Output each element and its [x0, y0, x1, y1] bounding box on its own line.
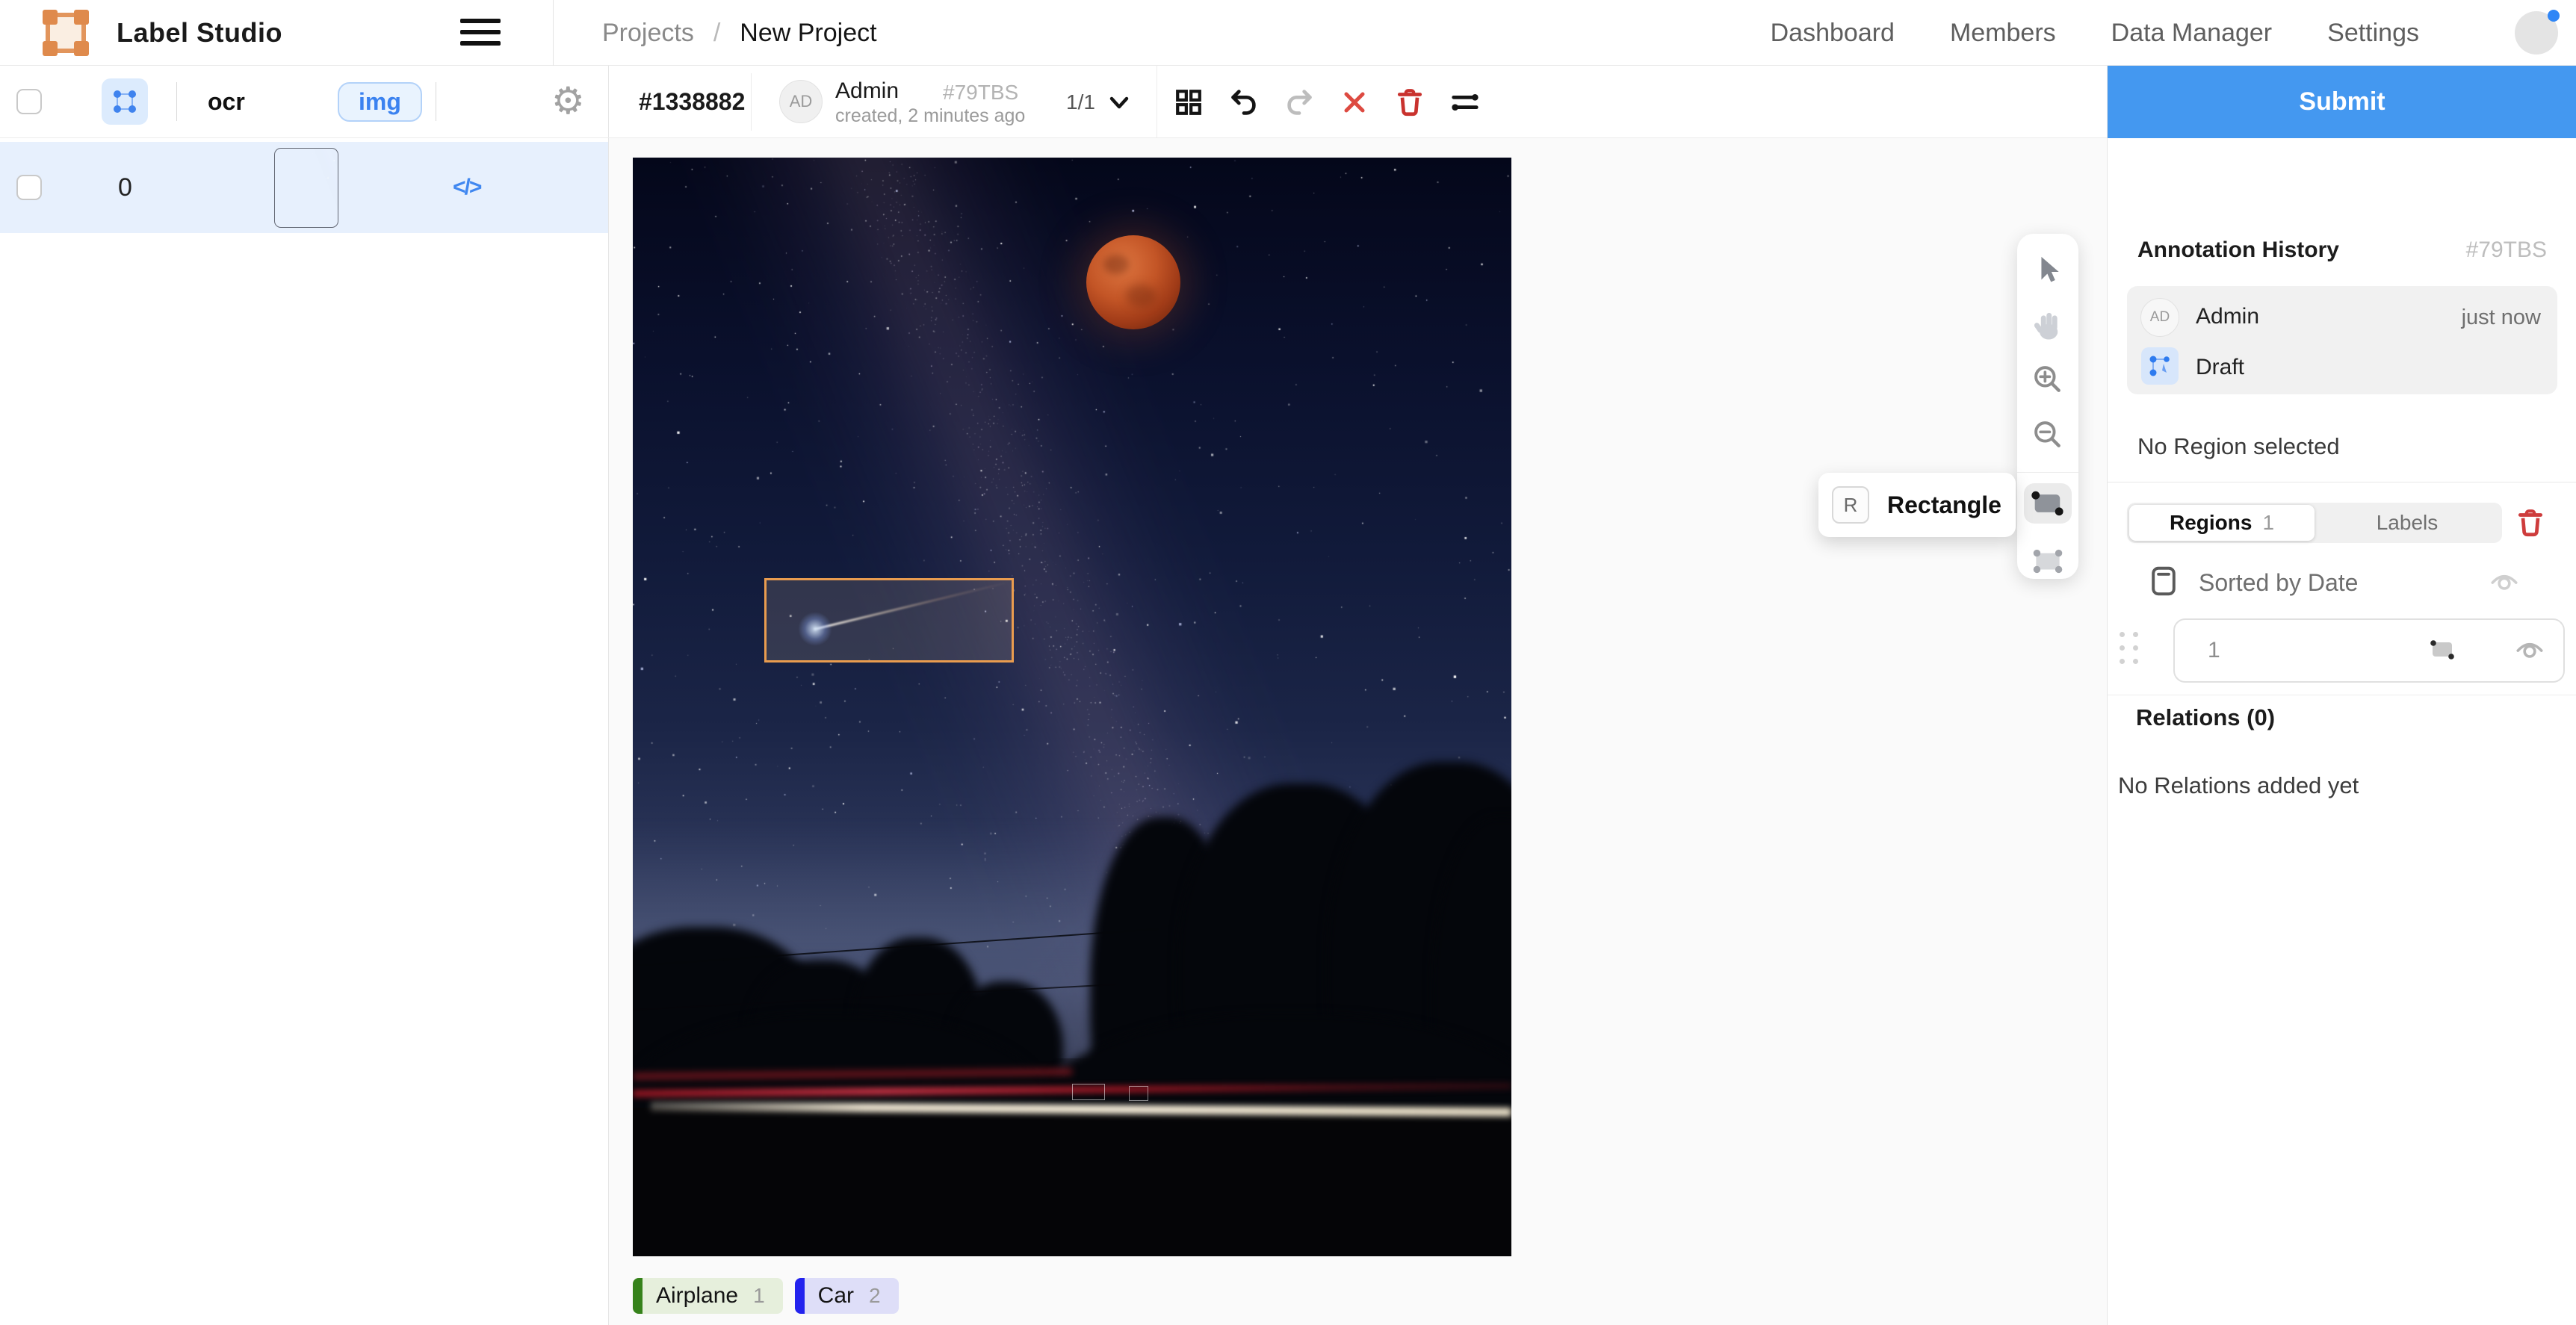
label-color-bar [633, 1278, 643, 1314]
region-rectangle-icon [2426, 636, 2459, 668]
annotation-created-text: created, 2 minutes ago [835, 105, 1025, 127]
submit-button[interactable]: Submit [2108, 66, 2576, 138]
toggle-all-visibility-icon[interactable] [2489, 568, 2520, 598]
undo-icon[interactable] [1229, 87, 1259, 117]
region-drag-handle[interactable] [2120, 632, 2138, 664]
breadcrumb-separator: / [713, 19, 720, 48]
label-studio-logo-icon[interactable] [42, 9, 90, 57]
label-legend: Airplane 1 Car 2 [633, 1278, 899, 1314]
pan-tool-icon[interactable] [2027, 307, 2069, 343]
tab-regions-count: 1 [2262, 511, 2274, 535]
annotator-avatar: AD [779, 80, 823, 123]
night-sky-photo[interactable] [633, 158, 1511, 1256]
regions-labels-tabs: Regions 1 Labels [2127, 503, 2502, 543]
annotation-rect-region[interactable] [764, 578, 1014, 662]
draft-icon [2141, 347, 2179, 385]
history-time: just now [2462, 305, 2541, 330]
nav-link-settings[interactable]: Settings [2327, 19, 2419, 48]
tool-palette [2017, 234, 2078, 579]
redo-icon[interactable] [1284, 87, 1314, 117]
annotator-name: Admin [835, 78, 899, 104]
sidebar-header: ocr img ⚙ [0, 66, 609, 138]
label-airplane[interactable]: Airplane 1 [633, 1278, 783, 1314]
tab-regions[interactable]: Regions 1 [2129, 505, 2315, 541]
task-sidebar: ocr img ⚙ 0 </> [0, 66, 609, 1325]
user-avatar[interactable] [2515, 11, 2558, 55]
relations-title: Relations (0) [2136, 704, 2275, 731]
annotation-id: #79TBS [943, 81, 1018, 105]
top-navbar: Label Studio Projects / New Project Dash… [0, 0, 2576, 66]
toolbar-actions [1174, 66, 1480, 138]
task-thumbnail[interactable] [275, 149, 338, 227]
task-id: #1338882 [639, 66, 745, 138]
right-panel: Submit Annotation History #79TBS AD Admi… [2107, 66, 2576, 1325]
annotation-canvas[interactable] [633, 158, 1511, 1256]
sort-order-icon[interactable] [2148, 564, 2179, 602]
nav-links: Dashboard Members Data Manager Settings [1771, 0, 2419, 66]
history-annotation-id: #79TBS [2466, 238, 2547, 263]
tab-regions-label: Regions [2170, 511, 2252, 535]
rectangle-tool-tooltip: R Rectangle [1818, 473, 2016, 537]
region-number: 1 [2208, 638, 2220, 663]
breadcrumb-projects[interactable]: Projects [602, 19, 694, 48]
gear-icon[interactable]: ⚙ [551, 78, 585, 124]
transfer-icon[interactable] [1450, 87, 1480, 117]
breadcrumb: Projects / New Project [602, 0, 877, 66]
label-name: Airplane [656, 1283, 738, 1309]
history-entry[interactable]: AD Admin just now Draft [2127, 286, 2557, 394]
rectangle-tool-selected[interactable] [2024, 483, 2072, 524]
select-all-checkbox[interactable] [16, 89, 42, 114]
history-title: Annotation History [2137, 238, 2339, 263]
history-user-name: Admin [2196, 304, 2259, 329]
img-type-chip[interactable]: img [338, 82, 422, 122]
annotation-pager: 1/1 [1066, 66, 1095, 138]
sort-row: Sorted by Date [2148, 565, 2557, 601]
app-title: Label Studio [117, 0, 282, 66]
delete-regions-icon[interactable] [2515, 508, 2545, 538]
chevron-down-icon[interactable] [1106, 91, 1132, 117]
nav-link-data-manager[interactable]: Data Manager [2111, 19, 2272, 48]
annotation-toolbar: #1338882 AD Admin #79TBS created, 2 minu… [609, 66, 2107, 138]
divider [553, 0, 554, 66]
label-name: Car [818, 1283, 854, 1309]
task-row-selected[interactable]: 0 </> [0, 142, 608, 233]
tooltip-label: Rectangle [1887, 491, 2001, 519]
annotation-history-header: Annotation History #79TBS [2137, 238, 2547, 263]
divider [2017, 472, 2078, 473]
divider [176, 82, 177, 121]
filter-column-label[interactable]: ocr [208, 66, 245, 138]
history-status: Draft [2196, 355, 2244, 380]
rectangle-3point-tool[interactable] [2027, 543, 2069, 579]
sort-label[interactable]: Sorted by Date [2199, 569, 2358, 597]
region-list-item[interactable]: 1 [2173, 618, 2565, 683]
label-car[interactable]: Car 2 [795, 1278, 899, 1314]
nav-link-dashboard[interactable]: Dashboard [1771, 19, 1895, 48]
label-color-bar [795, 1278, 805, 1314]
move-tool-icon[interactable] [2027, 252, 2069, 288]
relations-empty-text: No Relations added yet [2118, 772, 2359, 799]
zoom-out-icon[interactable] [2027, 417, 2069, 453]
breadcrumb-current-project: New Project [740, 19, 876, 48]
task-index: 0 [118, 142, 132, 233]
tab-labels[interactable]: Labels [2315, 505, 2500, 541]
regions-view-icon[interactable] [102, 78, 148, 125]
menu-icon[interactable] [460, 19, 501, 47]
label-hotkey: 2 [869, 1284, 881, 1308]
region-visibility-icon[interactable] [2514, 636, 2545, 665]
source-code-icon[interactable]: </> [453, 142, 480, 233]
history-avatar: AD [2140, 298, 2179, 337]
label-hotkey: 1 [753, 1284, 765, 1308]
task-checkbox[interactable] [16, 175, 42, 200]
no-region-text: No Region selected [2137, 433, 2340, 460]
zoom-in-icon[interactable] [2027, 361, 2069, 397]
reject-icon[interactable] [1340, 87, 1369, 117]
tab-labels-label: Labels [2377, 511, 2439, 535]
grid-view-icon[interactable] [1174, 87, 1204, 117]
divider [751, 73, 752, 131]
shortcut-keycap: R [1832, 486, 1869, 524]
nav-link-members[interactable]: Members [1950, 19, 2056, 48]
notification-dot [2548, 10, 2560, 22]
blood-moon [1086, 235, 1180, 329]
delete-annotation-icon[interactable] [1395, 87, 1425, 117]
